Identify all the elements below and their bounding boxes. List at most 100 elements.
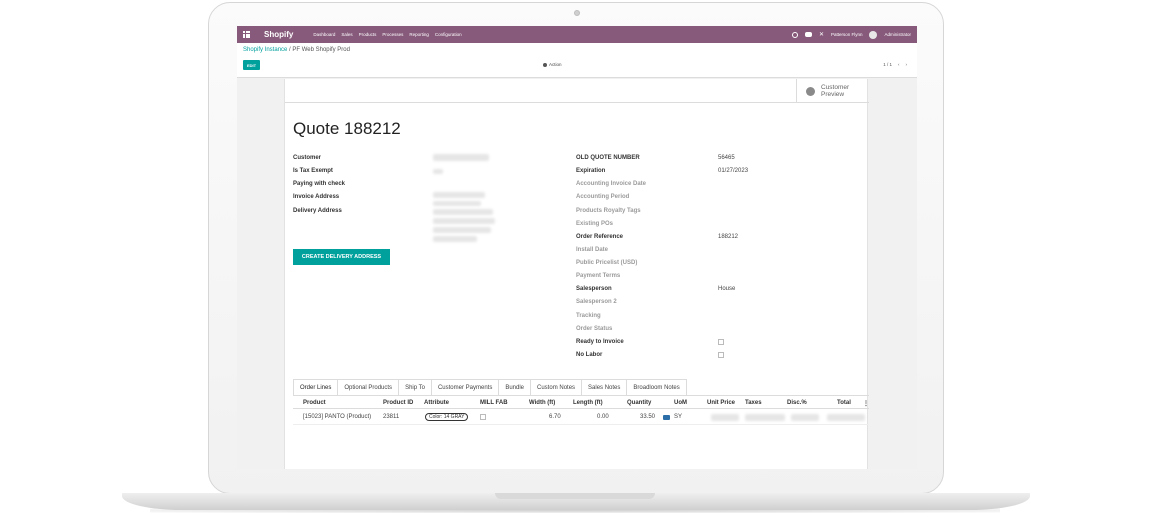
customer-preview-label: Customer Preview xyxy=(821,84,850,98)
company-switcher[interactable]: Patterson Flynn xyxy=(831,32,863,37)
avatar[interactable] xyxy=(869,30,878,39)
action-label: Action xyxy=(549,62,562,67)
apps-grid-icon[interactable] xyxy=(243,31,250,38)
chat-icon[interactable] xyxy=(804,32,812,37)
ready-to-invoice-label: Ready to Invoice xyxy=(576,339,624,345)
col-quantity[interactable]: Quantity xyxy=(627,400,651,406)
paying-check-label: Paying with check xyxy=(293,181,346,187)
old-quote-number-label: OLD QUOTE NUMBER xyxy=(576,155,640,161)
expiration-value[interactable]: 01/27/2023 xyxy=(718,168,748,174)
invoice-address-label: Invoice Address xyxy=(293,194,340,200)
row-uom[interactable]: SY xyxy=(674,414,682,420)
button-box: Customer Preview xyxy=(285,79,869,103)
delivery-address-line xyxy=(433,227,491,233)
tab-custom-notes[interactable]: Custom Notes xyxy=(531,379,583,396)
row-width[interactable]: 6.70 xyxy=(549,414,561,420)
order-lines-header: Product Product ID Attribute MILL FAB Wi… xyxy=(293,398,869,409)
globe-icon xyxy=(806,86,815,96)
col-total[interactable]: Total xyxy=(837,400,851,406)
row-product-id[interactable]: 23811 xyxy=(383,414,399,420)
col-product-id[interactable]: Product ID xyxy=(383,400,413,406)
salesperson-value[interactable]: House xyxy=(718,286,735,292)
create-delivery-address-button[interactable]: CREATE DELIVERY ADDRESS xyxy=(293,249,390,265)
col-attribute[interactable]: Attribute xyxy=(424,400,449,406)
accounting-period-label: Accounting Period xyxy=(576,194,630,200)
pager: 1 / 1 ‹ › xyxy=(883,62,907,67)
table-row[interactable]: [15023] PANTO (Product) 23811 Color: 14 … xyxy=(293,410,869,425)
ready-to-invoice-checkbox[interactable] xyxy=(718,339,724,345)
breadcrumb-separator: / xyxy=(289,47,291,53)
forecast-chart-icon[interactable] xyxy=(663,415,670,420)
pager-value[interactable]: 1 / 1 xyxy=(883,62,892,67)
customer-field[interactable] xyxy=(433,154,489,161)
tab-optional-products[interactable]: Optional Products xyxy=(338,379,400,396)
tab-bundle[interactable]: Bundle xyxy=(499,379,532,396)
no-labor-checkbox[interactable] xyxy=(718,352,724,358)
menu-dashboard[interactable]: Dashboard xyxy=(313,32,335,37)
app-screen: Shopify Dashboard Sales Products Process… xyxy=(237,26,917,469)
attribute-tag[interactable]: Color: 14 GRAY xyxy=(425,413,469,421)
public-pricelist-label: Public Pricelist (USD) xyxy=(576,260,638,266)
row-discount[interactable] xyxy=(791,414,819,421)
products-royalty-tags-label: Products Royalty Tags xyxy=(576,208,641,214)
tab-divider xyxy=(293,395,869,396)
invoice-address-line xyxy=(433,201,481,206)
app-brand[interactable]: Shopify xyxy=(264,30,293,39)
row-taxes[interactable] xyxy=(745,414,785,421)
invoice-address-field[interactable] xyxy=(433,192,485,198)
menu-configuration[interactable]: Configuration xyxy=(435,32,462,37)
col-unit-price[interactable]: Unit Price xyxy=(707,400,735,406)
salesperson-2-label: Salesperson 2 xyxy=(576,299,617,305)
tab-sales-notes[interactable]: Sales Notes xyxy=(582,379,628,396)
row-total xyxy=(827,414,865,421)
delivery-address-field[interactable] xyxy=(433,209,493,215)
camera-icon xyxy=(574,10,580,16)
main-menu: Dashboard Sales Products Processes Repor… xyxy=(313,32,461,37)
col-discount[interactable]: Disc.% xyxy=(787,400,807,406)
user-menu[interactable]: Administrator xyxy=(884,32,911,37)
col-uom[interactable]: UoM xyxy=(674,400,687,406)
tax-exempt-field[interactable] xyxy=(433,169,443,174)
breadcrumb-link[interactable]: Shopify Instance xyxy=(243,47,287,53)
page-title: Quote 188212 xyxy=(293,119,401,138)
col-taxes[interactable]: Taxes xyxy=(745,400,762,406)
breadcrumb: Shopify Instance / PF Web Shopify Prod xyxy=(243,47,350,53)
col-product[interactable]: Product xyxy=(303,400,326,406)
tax-exempt-label: Is Tax Exempt xyxy=(293,168,333,174)
tab-order-lines[interactable]: Order Lines xyxy=(293,379,339,396)
row-product[interactable]: [15023] PANTO (Product) xyxy=(303,414,371,420)
close-icon[interactable]: ✕ xyxy=(819,31,824,38)
old-quote-number-value[interactable]: 56465 xyxy=(718,155,735,161)
mill-fab-checkbox[interactable] xyxy=(480,414,486,420)
row-length[interactable]: 0.00 xyxy=(597,414,609,420)
col-mill-fab[interactable]: MILL FAB xyxy=(480,400,508,406)
tab-broadloom-notes[interactable]: Broadloom Notes xyxy=(627,379,687,396)
column-options-icon[interactable]: ⋮ xyxy=(863,400,869,407)
notebook-tabs: Order Lines Optional Products Ship To Cu… xyxy=(293,379,687,396)
row-unit-price[interactable] xyxy=(711,414,739,421)
no-labor-label: No Labor xyxy=(576,352,603,358)
row-quantity[interactable]: 33.50 xyxy=(640,414,655,420)
action-menu[interactable]: Action xyxy=(543,62,562,67)
col-width[interactable]: Width (ft) xyxy=(529,400,555,406)
col-length[interactable]: Length (ft) xyxy=(573,400,603,406)
payment-terms-label: Payment Terms xyxy=(576,273,621,279)
form-sheet: Customer Preview Quote 188212 Customer I… xyxy=(284,79,869,469)
pager-next-button[interactable]: › xyxy=(906,62,908,67)
edit-button[interactable]: EDIT xyxy=(243,60,260,70)
pager-previous-button[interactable]: ‹ xyxy=(898,62,900,67)
tab-ship-to[interactable]: Ship To xyxy=(399,379,432,396)
customer-preview-button[interactable]: Customer Preview xyxy=(796,79,869,103)
activity-icon[interactable] xyxy=(791,31,798,38)
tab-customer-payments[interactable]: Customer Payments xyxy=(431,379,500,396)
customer-label: Customer xyxy=(293,155,322,161)
menu-reporting[interactable]: Reporting xyxy=(409,32,429,37)
menu-products[interactable]: Products xyxy=(359,32,377,37)
laptop-notch xyxy=(495,493,655,499)
expiration-label: Expiration xyxy=(576,168,606,174)
menu-processes[interactable]: Processes xyxy=(382,32,403,37)
menu-sales[interactable]: Sales xyxy=(341,32,352,37)
order-reference-value[interactable]: 188212 xyxy=(718,234,738,240)
systray: ✕ Patterson Flynn Administrator xyxy=(791,26,911,43)
delivery-address-label: Delivery Address xyxy=(293,208,342,214)
